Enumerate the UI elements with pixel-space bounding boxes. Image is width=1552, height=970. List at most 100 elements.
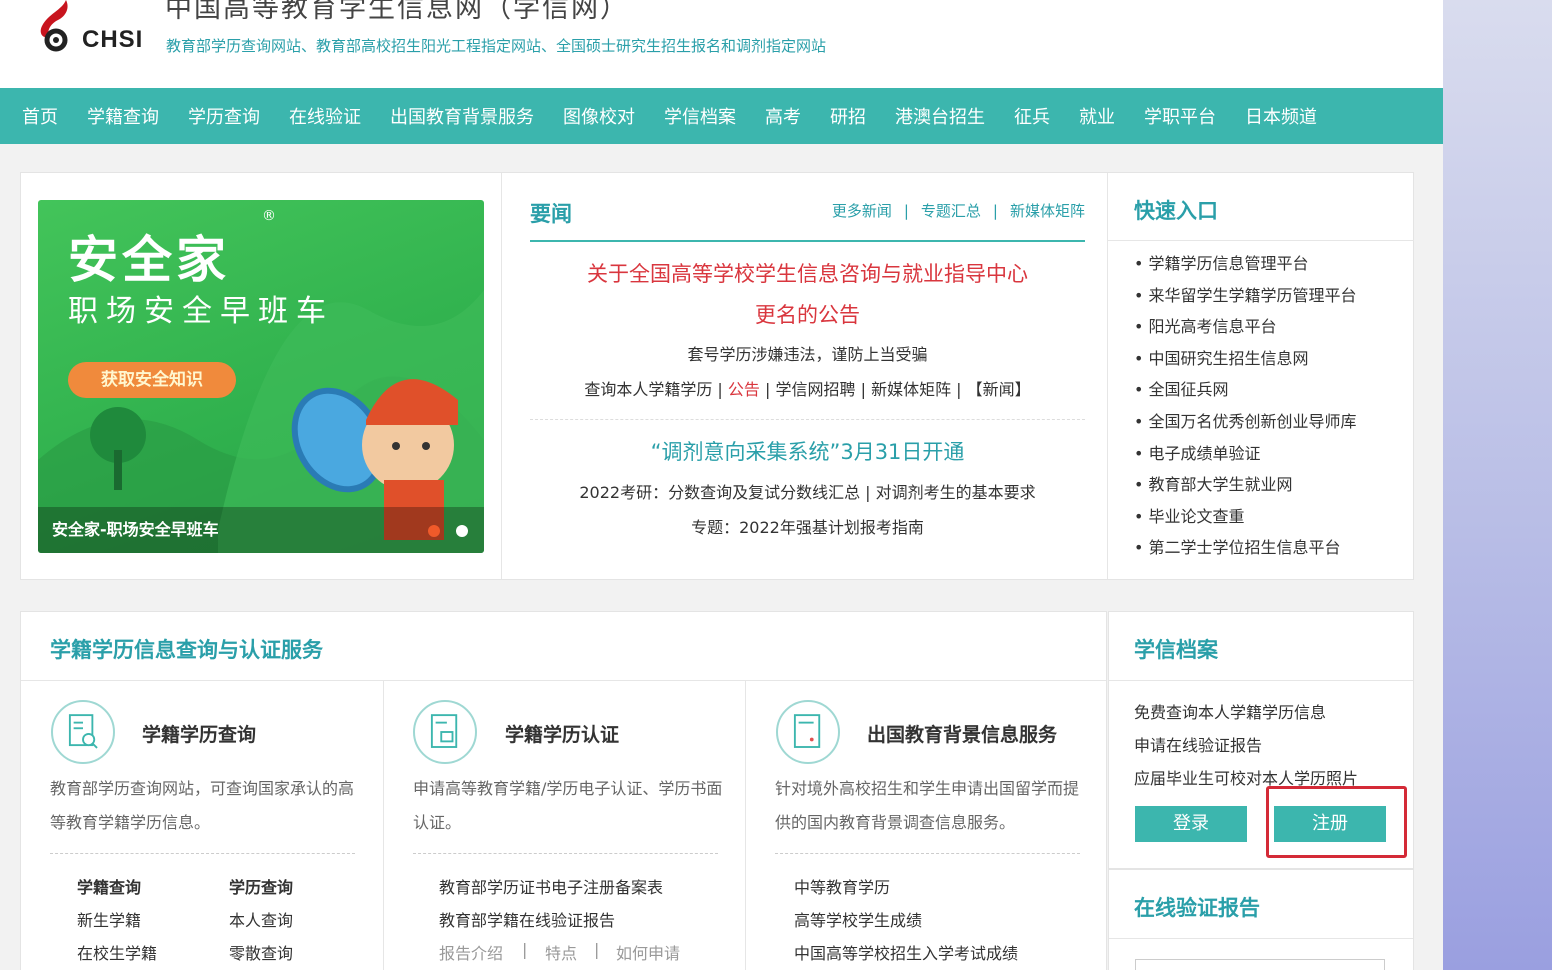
news-line-part[interactable]: 查询本人学籍学历 | — [584, 380, 728, 399]
carousel-dot-active[interactable] — [428, 525, 440, 537]
news-line[interactable]: 套号学历涉嫌违法，谨防上当受骗 — [530, 341, 1085, 365]
quick-entry-header: 快速入口 — [1108, 173, 1414, 241]
dashed-divider — [530, 419, 1085, 420]
card-title-query[interactable]: 学籍学历查询 — [142, 720, 256, 747]
quick-link[interactable]: • 全国万名优秀创新创业导师库 — [1134, 410, 1357, 442]
main-nav: 首页 学籍查询 学历查询 在线验证 出国教育背景服务 图像校对 学信档案 高考 … — [0, 88, 1443, 144]
chsi-logo-mark-icon — [40, 0, 68, 52]
nav-item-hmt[interactable]: 港澳台招生 — [895, 103, 985, 129]
report-intro-link[interactable]: 报告介绍 — [439, 940, 503, 964]
separator: | — [903, 202, 909, 220]
document-icon — [793, 714, 821, 748]
online-report-title: 在线验证报告 — [1134, 896, 1260, 920]
divider — [501, 173, 502, 579]
dashed-divider — [413, 853, 718, 854]
banner-carousel[interactable]: 安全家 ® 职场安全早班车 获取安全知识 安全家-职场安全早班车 — [38, 200, 484, 553]
secondary-edu-link[interactable]: 中等教育学历 — [794, 874, 890, 898]
chsi-logo[interactable]: CHSI — [36, 0, 156, 60]
current-student-link[interactable]: 在校生学籍 — [77, 940, 157, 964]
logo-text: CHSI — [82, 26, 144, 53]
card-desc: 教育部学历查询网站，可查询国家承认的高等教育学籍学历信息。 — [50, 779, 355, 832]
dashed-divider — [775, 853, 1080, 854]
nav-item-xueji[interactable]: 学籍查询 — [87, 103, 159, 129]
new-student-link[interactable]: 新生学籍 — [77, 907, 141, 931]
quick-link[interactable]: • 毕业论文查重 — [1134, 505, 1357, 537]
quick-entry-list: • 学籍学历信息管理平台 • 来华留学生学籍学历管理平台 • 阳光高考信息平台 … — [1134, 252, 1357, 568]
separator: | — [992, 202, 998, 220]
page: CHSI 中国高等教育学生信息网（学信网） 教育部学历查询网站、教育部高校招生阳… — [0, 0, 1443, 970]
banner-cta-button[interactable]: 获取安全知识 — [68, 362, 236, 398]
nav-item-japan[interactable]: 日本频道 — [1245, 103, 1317, 129]
nav-item-yanzhao[interactable]: 研招 — [830, 103, 866, 129]
nav-item-gaokao[interactable]: 高考 — [765, 103, 801, 129]
nav-item-xueli[interactable]: 学历查询 — [188, 103, 260, 129]
quick-link[interactable]: • 第二学士学位招生信息平台 — [1134, 536, 1357, 568]
more-news-link[interactable]: 更多新闻 — [832, 202, 892, 220]
entrance-score-link[interactable]: 中国高等学校招生入学考试成绩 — [794, 940, 1018, 964]
how-to-apply-link[interactable]: 如何申请 — [616, 940, 680, 964]
news-links: 更多新闻 | 专题汇总 | 新媒体矩阵 — [832, 200, 1085, 221]
quick-link[interactable]: • 全国征兵网 — [1134, 378, 1357, 410]
diploma-record-link[interactable]: 教育部学历证书电子注册备案表 — [439, 874, 663, 898]
services-title: 学籍学历信息查询与认证服务 — [50, 638, 323, 662]
news-line-part[interactable]: | 学信网招聘 | 新媒体矩阵 | 【新闻】 — [760, 380, 1031, 399]
card-title-abroad[interactable]: 出国教育背景信息服务 — [867, 720, 1057, 747]
quick-link[interactable]: • 阳光高考信息平台 — [1134, 315, 1357, 347]
report-input[interactable] — [1135, 959, 1385, 970]
dashed-divider — [50, 853, 355, 854]
banner-caption: 安全家-职场安全早班车 — [38, 507, 484, 553]
xueji-report-link[interactable]: 教育部学籍在线验证报告 — [439, 907, 615, 931]
news-line: 查询本人学籍学历 | 公告 | 学信网招聘 | 新媒体矩阵 | 【新闻】 — [530, 376, 1085, 400]
news-line[interactable]: 2022考研：分数查询及复试分数线汇总 | 对调剂考生的基本要求 — [530, 479, 1085, 503]
register-highlight-box — [1266, 786, 1407, 858]
query-card-icon — [51, 700, 115, 764]
separator: | — [594, 940, 600, 959]
features-link[interactable]: 特点 — [545, 940, 577, 964]
news-header: 要闻 更多新闻 | 专题汇总 | 新媒体矩阵 — [530, 196, 1085, 242]
transcript-link[interactable]: 高等学校学生成绩 — [794, 907, 922, 931]
headline-link-cont[interactable]: 更名的公告 — [530, 299, 1085, 329]
nav-item-zhengbing[interactable]: 征兵 — [1014, 103, 1050, 129]
site-title: 中国高等教育学生信息网（学信网） — [165, 0, 629, 24]
nav-item-archive[interactable]: 学信档案 — [664, 103, 736, 129]
nav-item-home[interactable]: 首页 — [22, 103, 58, 129]
announcement-link[interactable]: 公告 — [728, 380, 760, 399]
nav-item-image-check[interactable]: 图像校对 — [563, 103, 635, 129]
site-header: CHSI 中国高等教育学生信息网（学信网） 教育部学历查询网站、教育部高校招生阳… — [0, 0, 1443, 88]
new-media-link[interactable]: 新媒体矩阵 — [1010, 202, 1085, 220]
site-subtitle: 教育部学历查询网站、教育部高校招生阳光工程指定网站、全国硕士研究生招生报名和调剂… — [166, 37, 827, 55]
card-desc: 针对境外高校招生和学生申请出国留学而提供的国内教育背景调查信息服务。 — [775, 779, 1080, 832]
registered-mark: ® — [262, 208, 276, 224]
nav-item-abroad[interactable]: 出国教育背景服务 — [390, 103, 534, 129]
single-query-link[interactable]: 零散查询 — [229, 940, 293, 964]
headline-link[interactable]: 关于全国高等学校学生信息咨询与就业指导中心 — [530, 258, 1085, 288]
login-button[interactable]: 登录 — [1135, 806, 1247, 842]
archive-header: 学信档案 — [1109, 612, 1413, 681]
abroad-card-icon — [776, 700, 840, 764]
quick-link[interactable]: • 学籍学历信息管理平台 — [1134, 252, 1357, 284]
self-query-link[interactable]: 本人查询 — [229, 907, 293, 931]
nav-item-xuezhi[interactable]: 学职平台 — [1144, 103, 1216, 129]
nav-item-jiuye[interactable]: 就业 — [1079, 103, 1115, 129]
archive-title: 学信档案 — [1134, 638, 1218, 662]
archive-item: 免费查询本人学籍学历信息 — [1134, 703, 1327, 722]
carousel-dot[interactable] — [456, 525, 468, 537]
divider — [383, 681, 384, 970]
card-title-verify[interactable]: 学籍学历认证 — [505, 720, 619, 747]
verify-card-icon — [413, 700, 477, 764]
card-desc: 申请高等教育学籍/学历电子认证、学历书面认证。 — [413, 779, 723, 832]
divider — [745, 681, 746, 970]
archive-item: 申请在线验证报告 — [1134, 736, 1263, 755]
headline-link-2[interactable]: “调剂意向采集系统”3月31日开通 — [530, 436, 1085, 466]
nav-item-online-verify[interactable]: 在线验证 — [289, 103, 361, 129]
quick-link[interactable]: • 教育部大学生就业网 — [1134, 473, 1357, 505]
topics-link[interactable]: 专题汇总 — [921, 202, 981, 220]
xueli-query-link[interactable]: 学历查询 — [229, 874, 293, 898]
quick-link[interactable]: • 电子成绩单验证 — [1134, 442, 1357, 474]
document-search-icon — [68, 714, 98, 749]
news-line[interactable]: 专题：2022年强基计划报考指南 — [530, 514, 1085, 538]
xueji-query-link[interactable]: 学籍查询 — [77, 874, 141, 898]
quick-link[interactable]: • 来华留学生学籍学历管理平台 — [1134, 284, 1357, 316]
quick-link[interactable]: • 中国研究生招生信息网 — [1134, 347, 1357, 379]
banner-title: 安全家 — [68, 230, 230, 289]
